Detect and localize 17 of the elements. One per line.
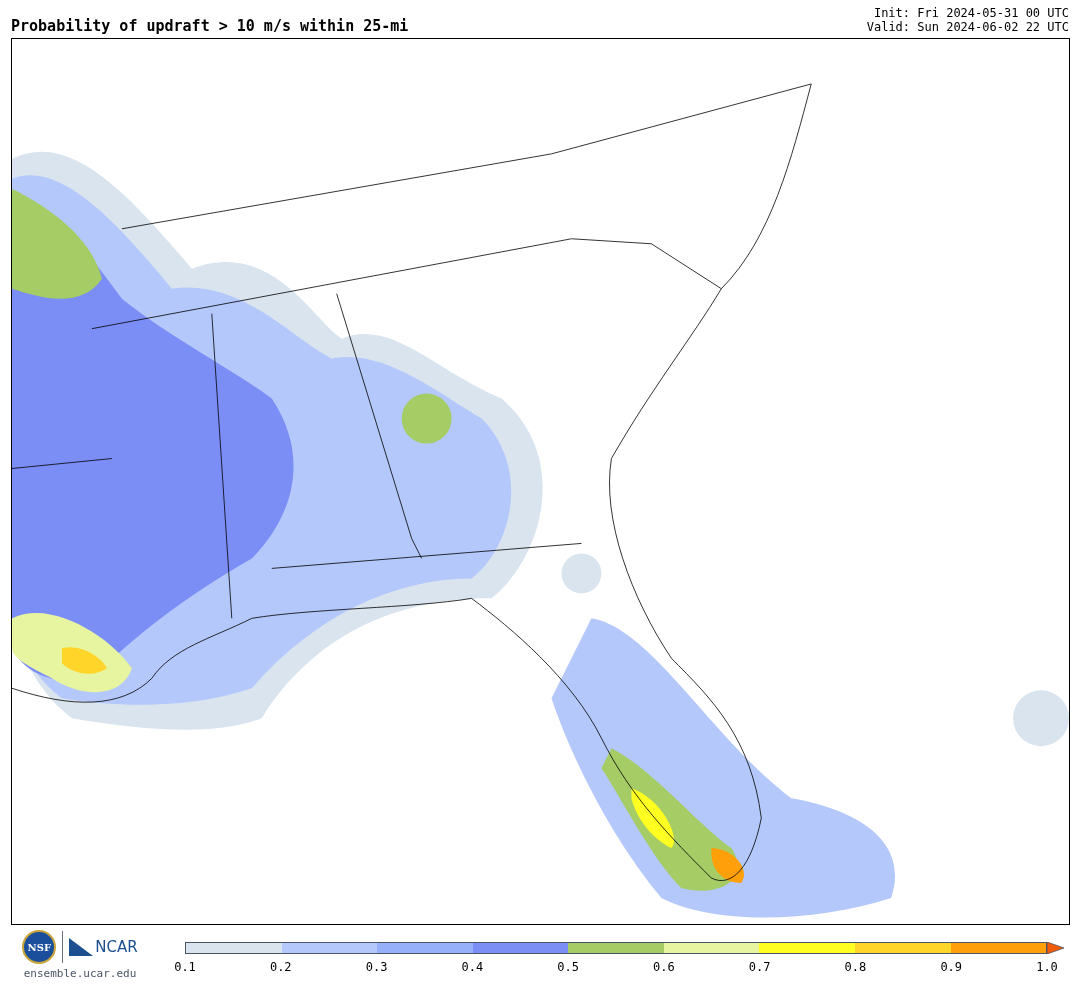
- nsf-logo: NSF: [22, 930, 57, 964]
- tick-label: 0.4: [461, 961, 484, 973]
- tick-label: 0.9: [940, 961, 963, 973]
- chart-title: Probability of updraft > 10 m/s within 25-mi: [11, 19, 409, 34]
- tick-label: 0.1: [174, 961, 196, 973]
- tick-label: 0.5: [557, 961, 579, 973]
- ncar-logo: NCAR: [95, 936, 138, 958]
- tick-label: 1.0: [1036, 961, 1058, 973]
- tick-label: 0.6: [653, 961, 675, 973]
- tick-label: 0.3: [365, 961, 388, 973]
- init-time: Init: Fri 2024-05-31 00 UTC: [873, 6, 1069, 20]
- tick-label: 0.7: [748, 961, 771, 973]
- valid-time: Valid: Sun 2024-06-02 22 UTC: [866, 20, 1069, 34]
- site-url: ensemble.ucar.edu: [23, 966, 137, 982]
- tick-label: 0.8: [844, 961, 867, 973]
- ncar-triangle-icon: [69, 938, 94, 956]
- tick-label: 0.2: [269, 961, 292, 973]
